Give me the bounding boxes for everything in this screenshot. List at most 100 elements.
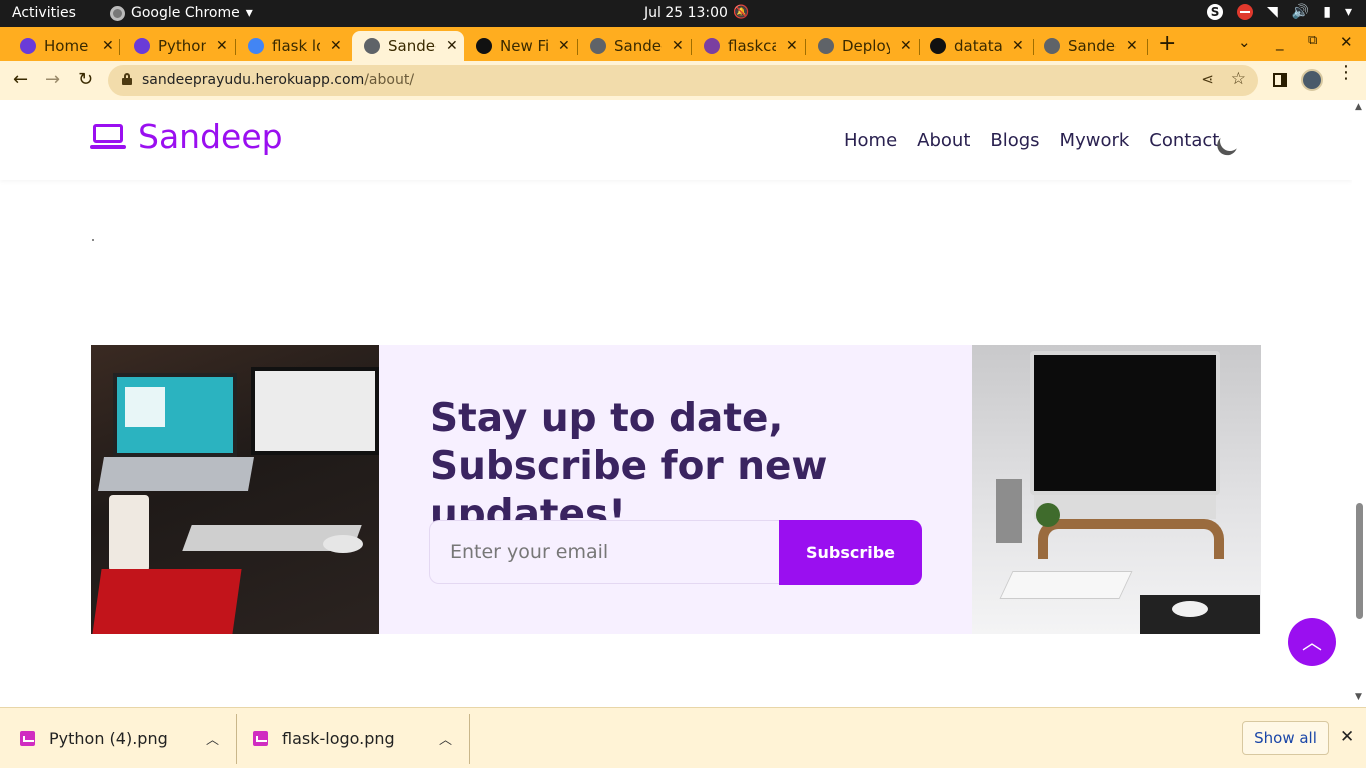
close-icon[interactable]: ✕ bbox=[786, 38, 798, 54]
download-item[interactable]: Python (4).png ︿ bbox=[20, 708, 236, 769]
clock[interactable]: Jul 25 13:00 bbox=[644, 5, 728, 21]
forward-arrow-icon[interactable]: → bbox=[45, 69, 60, 90]
download-item[interactable]: flask-logo.png ︿ bbox=[253, 708, 469, 769]
chevron-down-icon: ▾ bbox=[245, 5, 253, 21]
tab-title: New Fil bbox=[500, 37, 548, 55]
tab-title: Home - bbox=[44, 37, 92, 55]
download-filename: flask-logo.png bbox=[282, 729, 395, 748]
system-tray[interactable]: S ◥ 🔊 ▮ ▾ bbox=[1207, 4, 1352, 20]
moon-icon[interactable] bbox=[1217, 128, 1243, 154]
tab-title: Sandee bbox=[388, 37, 436, 55]
side-panel-icon[interactable] bbox=[1273, 73, 1287, 87]
address-bar[interactable]: sandeeprayudu.herokuapp.com/about/ ⋖ ☆ bbox=[108, 65, 1258, 96]
tab-favicon-icon bbox=[134, 38, 150, 54]
share-icon[interactable]: ⋖ bbox=[1201, 70, 1214, 88]
browser-tab[interactable]: Sandee ✕ bbox=[1036, 31, 1148, 61]
download-filename: Python (4).png bbox=[49, 729, 168, 748]
profile-avatar[interactable] bbox=[1301, 69, 1323, 91]
browser-tab[interactable]: flaskca ✕ bbox=[694, 31, 806, 61]
downloads-bar: Python (4).png ︿ flask-logo.png ︿ Show a… bbox=[0, 707, 1366, 768]
nav-blogs[interactable]: Blogs bbox=[990, 130, 1039, 151]
close-icon[interactable]: ✕ bbox=[102, 38, 114, 54]
lock-icon[interactable] bbox=[122, 73, 132, 85]
chevron-up-icon[interactable]: ︿ bbox=[206, 729, 219, 748]
github-icon bbox=[930, 38, 946, 54]
activities-button[interactable]: Activities bbox=[12, 5, 76, 21]
scroll-up-icon[interactable]: ▲ bbox=[1355, 102, 1362, 112]
close-icon[interactable]: ✕ bbox=[1012, 38, 1024, 54]
image-file-icon bbox=[20, 731, 35, 746]
browser-tab[interactable]: Python ✕ bbox=[122, 31, 236, 61]
browser-tab[interactable]: Deploy ✕ bbox=[808, 31, 920, 61]
notifications-muted-icon: 🔕 bbox=[733, 5, 750, 20]
laptop-icon bbox=[90, 123, 126, 150]
globe-icon bbox=[1044, 38, 1060, 54]
chevron-down-icon[interactable]: ▾ bbox=[1345, 4, 1352, 20]
close-icon[interactable]: ✕ bbox=[446, 38, 458, 54]
show-all-downloads-button[interactable]: Show all bbox=[1242, 721, 1329, 755]
subscribe-heading: Stay up to date, Subscribe for new updat… bbox=[430, 396, 828, 537]
close-icon[interactable]: ✕ bbox=[216, 38, 228, 54]
workspace-photo-right bbox=[972, 345, 1261, 634]
volume-icon[interactable]: 🔊 bbox=[1292, 4, 1309, 20]
browser-tab[interactable]: flask lo ✕ bbox=[238, 31, 350, 61]
browser-tab-active[interactable]: Sandee ✕ bbox=[352, 31, 464, 61]
brand-name: Sandeep bbox=[138, 117, 283, 156]
github-icon bbox=[476, 38, 492, 54]
close-icon[interactable]: ✕ bbox=[558, 38, 570, 54]
close-icon[interactable]: ✕ bbox=[900, 38, 912, 54]
tab-title: Deploy bbox=[842, 37, 890, 55]
battery-icon[interactable]: ▮ bbox=[1323, 4, 1331, 20]
tab-title: flaskca bbox=[728, 37, 776, 55]
back-arrow-icon[interactable]: ← bbox=[13, 69, 28, 90]
close-icon[interactable]: ✕ bbox=[1340, 727, 1354, 747]
skype-icon[interactable]: S bbox=[1207, 4, 1224, 20]
close-icon[interactable]: ✕ bbox=[672, 38, 684, 54]
browser-tab[interactable]: Home - ✕ bbox=[0, 31, 120, 61]
image-file-icon bbox=[253, 731, 268, 746]
workspace-photo-left bbox=[91, 345, 379, 634]
chevron-up-icon[interactable]: ︿ bbox=[439, 729, 452, 748]
tab-favicon-icon bbox=[248, 38, 264, 54]
app-menu[interactable]: Google Chrome ▾ bbox=[110, 5, 253, 21]
restore-icon[interactable]: ⧉ bbox=[1308, 33, 1317, 48]
close-window-icon[interactable]: ✕ bbox=[1340, 33, 1353, 51]
browser-tab[interactable]: New Fil ✕ bbox=[466, 31, 578, 61]
close-icon[interactable]: ✕ bbox=[1126, 38, 1138, 54]
stray-dot bbox=[92, 239, 94, 241]
browser-tab[interactable]: Sandee ✕ bbox=[580, 31, 692, 61]
nav-about[interactable]: About bbox=[917, 130, 970, 151]
email-input[interactable] bbox=[429, 520, 785, 584]
tab-title: Sandee bbox=[1068, 37, 1116, 55]
globe-icon bbox=[590, 38, 606, 54]
kebab-menu-icon[interactable]: ⋮ bbox=[1337, 64, 1355, 82]
new-tab-button[interactable]: + bbox=[1158, 31, 1176, 56]
browser-tab[interactable]: datatal ✕ bbox=[922, 31, 1034, 61]
globe-icon bbox=[818, 38, 834, 54]
scroll-down-icon[interactable]: ▼ bbox=[1355, 692, 1362, 702]
browser-toolbar: ← → ↻ sandeeprayudu.herokuapp.com/about/… bbox=[0, 61, 1366, 100]
page-viewport: Sandeep Home About Blogs Mywork Contact … bbox=[0, 100, 1352, 707]
bookmark-star-icon[interactable]: ☆ bbox=[1231, 69, 1246, 89]
nav-contact[interactable]: Contact bbox=[1149, 130, 1219, 151]
tab-title: Sandee bbox=[614, 37, 662, 55]
tab-favicon-icon bbox=[20, 38, 36, 54]
back-to-top-button[interactable]: ︿ bbox=[1288, 618, 1336, 666]
nav-mywork[interactable]: Mywork bbox=[1060, 130, 1130, 151]
close-icon[interactable]: ✕ bbox=[330, 38, 342, 54]
minimize-icon[interactable]: _ bbox=[1276, 33, 1284, 51]
wifi-icon[interactable]: ◥ bbox=[1267, 4, 1278, 20]
reload-icon[interactable]: ↻ bbox=[78, 69, 93, 90]
do-not-disturb-icon[interactable] bbox=[1237, 4, 1254, 20]
url-text[interactable]: sandeeprayudu.herokuapp.com/about/ bbox=[142, 72, 414, 88]
chrome-icon bbox=[110, 5, 125, 21]
page-scrollbar[interactable]: ▲ ▼ bbox=[1352, 100, 1366, 707]
site-header: Sandeep Home About Blogs Mywork Contact bbox=[0, 100, 1352, 180]
tab-search-chevron-icon[interactable]: ⌄ bbox=[1238, 33, 1251, 51]
site-nav: Home About Blogs Mywork Contact bbox=[844, 130, 1219, 151]
subscribe-section: Stay up to date, Subscribe for new updat… bbox=[91, 345, 1261, 634]
nav-home[interactable]: Home bbox=[844, 130, 897, 151]
scrollbar-thumb[interactable] bbox=[1356, 503, 1363, 619]
subscribe-button[interactable]: Subscribe bbox=[779, 520, 922, 585]
site-brand[interactable]: Sandeep bbox=[90, 117, 283, 156]
